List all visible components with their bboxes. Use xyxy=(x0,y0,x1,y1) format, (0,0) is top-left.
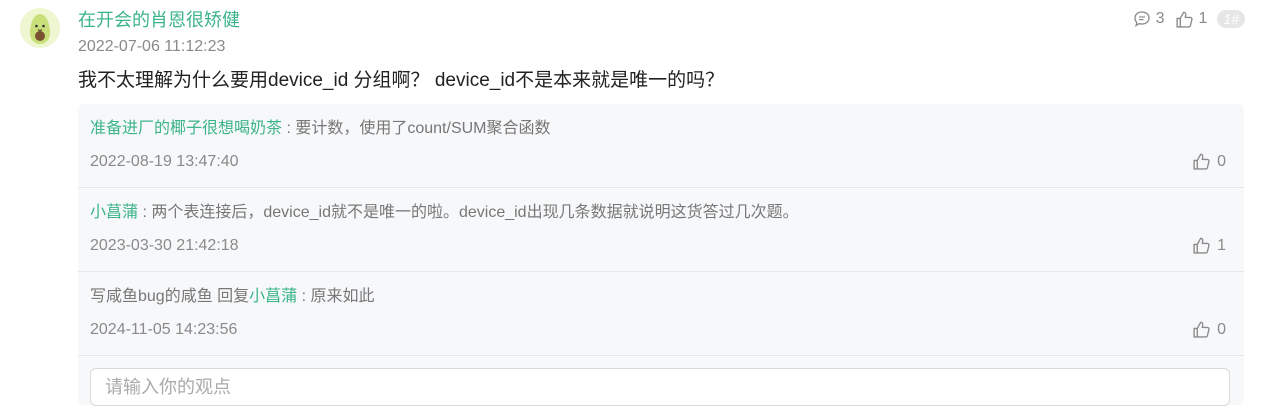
reply-target-author[interactable]: 小菖蒲 xyxy=(249,288,297,305)
reply-time: 2024-11-05 14:23:56 xyxy=(90,321,238,338)
reply-separator: : xyxy=(282,120,296,137)
reply-author[interactable]: 准备进厂的椰子很想喝奶茶 xyxy=(90,120,282,137)
reply-time: 2022-08-19 13:47:40 xyxy=(90,153,239,170)
reply-separator: : xyxy=(138,204,152,221)
reply-text: 两个表连接后，device_id就不是唯一的啦。device_id出现几条数据就… xyxy=(151,204,799,221)
like-button[interactable]: 1 xyxy=(1175,10,1208,29)
reply-author-plain[interactable]: 写咸鱼bug的咸鱼 xyxy=(90,288,213,305)
thumbs-up-icon xyxy=(1193,321,1210,338)
avocado-avatar-icon xyxy=(20,8,60,48)
reply-item: 准备进厂的椰子很想喝奶茶 : 要计数，使用了count/SUM聚合函数 2022… xyxy=(78,104,1244,188)
post-author[interactable]: 在开会的肖恩很矫健 xyxy=(78,8,240,32)
reply-like-count: 0 xyxy=(1217,152,1226,170)
thumbs-up-icon xyxy=(1175,11,1193,28)
like-count: 1 xyxy=(1198,10,1208,27)
post-time: 2022-07-06 11:12:23 xyxy=(78,38,226,55)
reply-item: 写咸鱼bug的咸鱼 回复小菖蒲 : 原来如此 2024-11-05 14:23:… xyxy=(78,272,1244,356)
post-content: 我不太理解为什么要用device_id 分组啊？ device_id不是本来就是… xyxy=(78,70,725,91)
thumbs-up-icon xyxy=(1193,153,1210,170)
reply-text: 原来如此 xyxy=(310,288,375,305)
reply-to-word: 回复 xyxy=(212,288,250,305)
reply-text-line: 小菖蒲 : 两个表连接后，device_id就不是唯一的啦。device_id出… xyxy=(90,202,799,224)
reply-text-line: 写咸鱼bug的咸鱼 回复小菖蒲 : 原来如此 xyxy=(90,286,375,308)
reply-like-count: 1 xyxy=(1217,236,1226,254)
reply-separator: : xyxy=(297,288,311,305)
reply-like-button[interactable]: 0 xyxy=(1192,152,1226,171)
thumbs-up-icon xyxy=(1193,237,1210,254)
reply-text-line: 准备进厂的椰子很想喝奶茶 : 要计数，使用了count/SUM聚合函数 xyxy=(90,118,551,140)
comment-count-button[interactable]: 3 xyxy=(1133,10,1165,28)
reply-item: 小菖蒲 : 两个表连接后，device_id就不是唯一的啦。device_id出… xyxy=(78,188,1244,272)
reply-like-count: 0 xyxy=(1217,320,1226,338)
post-stats: 3 1 1# xyxy=(1133,8,1245,30)
reply-text: 要计数，使用了count/SUM聚合函数 xyxy=(295,120,551,137)
floor-badge: 1# xyxy=(1217,10,1245,28)
reply-like-button[interactable]: 0 xyxy=(1192,320,1226,339)
comment-count: 3 xyxy=(1155,10,1165,27)
comment-input[interactable] xyxy=(90,368,1230,406)
reply-like-button[interactable]: 1 xyxy=(1192,236,1226,255)
user-avatar[interactable] xyxy=(20,8,60,48)
comment-icon xyxy=(1133,11,1150,27)
reply-list: 准备进厂的椰子很想喝奶茶 : 要计数，使用了count/SUM聚合函数 2022… xyxy=(78,104,1244,406)
reply-time: 2023-03-30 21:42:18 xyxy=(90,237,239,254)
post-card: 在开会的肖恩很矫健 2022-07-06 11:12:23 3 1 1# 我不太… xyxy=(0,0,1263,406)
reply-author[interactable]: 小菖蒲 xyxy=(90,204,138,221)
